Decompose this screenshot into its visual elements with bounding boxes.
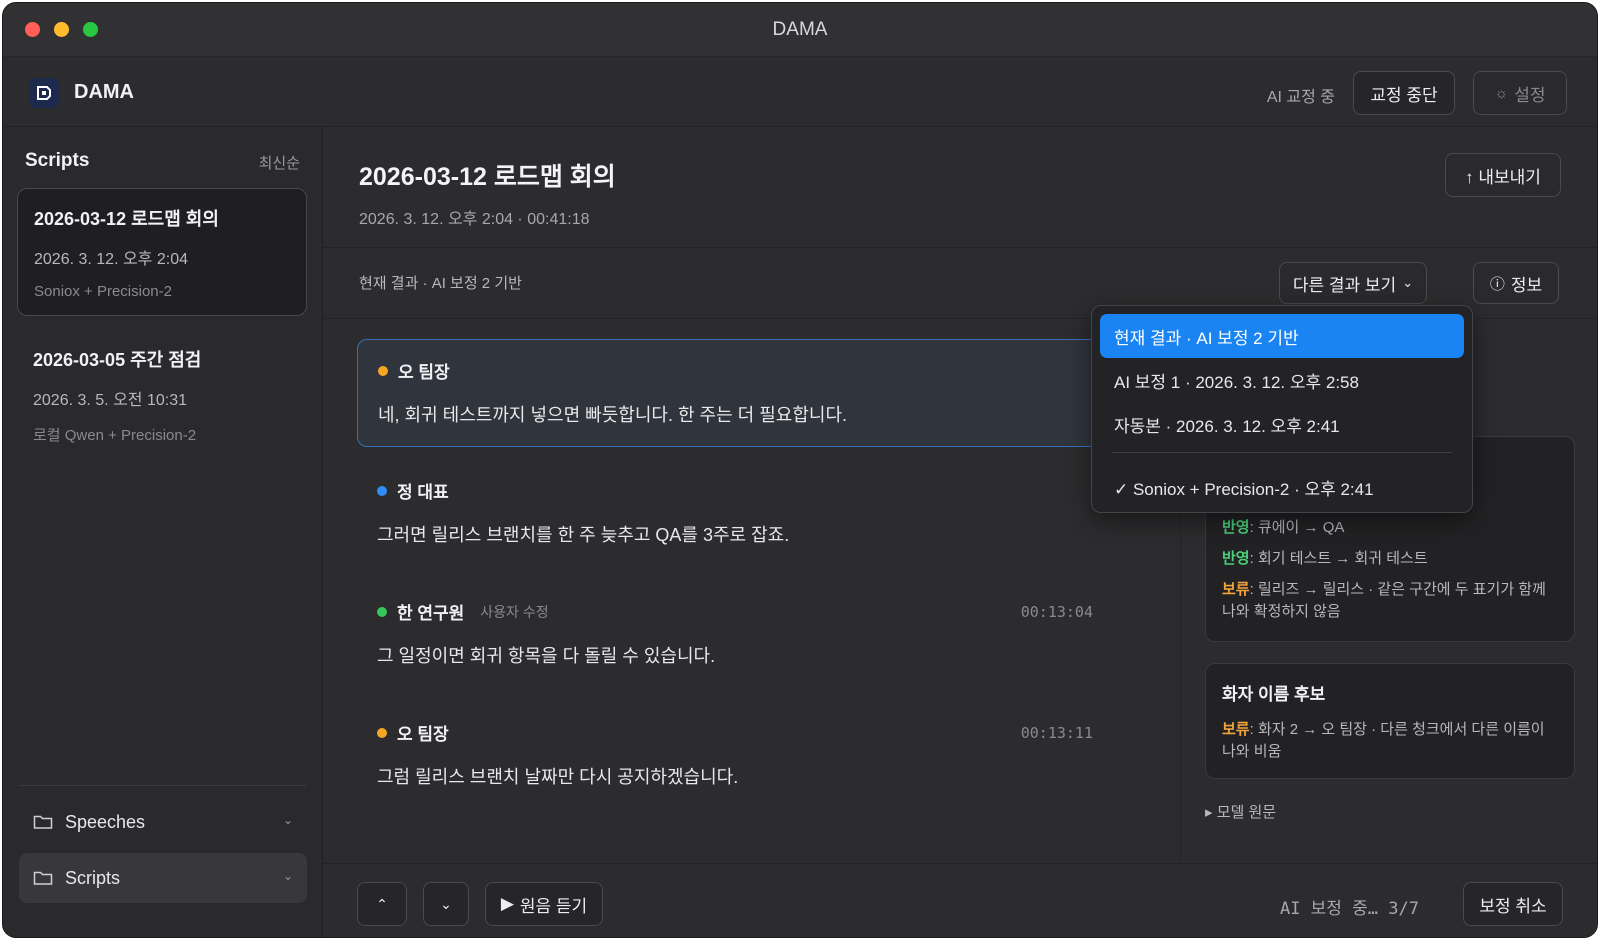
script-model: Soniox + Precision-2 bbox=[34, 283, 172, 300]
correction-text: 회기 테스트 → 회귀 테스트 bbox=[1257, 550, 1428, 567]
previous-segment-button[interactable]: ⌃ bbox=[357, 882, 407, 926]
settings-button[interactable]: ☼ 설정 bbox=[1473, 71, 1567, 115]
speaker-dot bbox=[378, 365, 388, 376]
segment-text[interactable]: 그럼 릴리스 브랜치 날짜만 다시 공지하겠습니다. bbox=[377, 763, 1113, 789]
play-original-label: 원음 듣기 bbox=[519, 896, 588, 916]
title-bar: DAMA bbox=[3, 3, 1597, 57]
export-button[interactable]: ↑ 내보내기 bbox=[1445, 153, 1561, 197]
transcript-segment[interactable]: 오 팀장 00 네, 회귀 테스트까지 넣으면 빠듯합니다. 한 주는 더 필요… bbox=[357, 339, 1142, 447]
other-results-label: 다른 결과 보기 bbox=[1292, 275, 1397, 295]
play-original-button[interactable]: ▶ 원음 듣기 bbox=[485, 882, 603, 926]
folder-icon bbox=[33, 871, 53, 885]
sort-button[interactable]: 최신순 bbox=[259, 152, 300, 173]
other-results-button[interactable]: 다른 결과 보기 ⌄ bbox=[1279, 262, 1427, 304]
speaker-name-text: 화자 2 → 오 팀장 · 다른 청크에서 다른 이름이 나와 비움 bbox=[1222, 721, 1545, 760]
script-date: 2026. 3. 5. 오전 10:31 bbox=[33, 392, 187, 409]
transcript-segment[interactable]: 오 팀장 00:13:11 그럼 릴리스 브랜치 날짜만 다시 공지하겠습니다. bbox=[357, 702, 1133, 810]
correction-progress: AI 보정 중… 3/7 bbox=[1279, 899, 1419, 919]
correction-item: 반영: 큐에이 → QA bbox=[1222, 519, 1345, 536]
sidebar-title: Scripts bbox=[25, 150, 90, 171]
speaker-name: 오 팀장 bbox=[398, 363, 450, 382]
held-label: 보류 bbox=[1222, 581, 1250, 598]
timestamp: 00:13:11 bbox=[1020, 724, 1093, 742]
model-raw-toggle[interactable]: ▸ 모델 원문 bbox=[1205, 801, 1276, 822]
menu-divider bbox=[1112, 452, 1452, 453]
page-title: 2026-03-12 로드맵 회의 bbox=[359, 163, 616, 191]
chevron-down-icon: ⌄ bbox=[282, 813, 293, 827]
transcript-list: 오 팀장 00 네, 회귀 테스트까지 넣으면 빠듯합니다. 한 주는 더 필요… bbox=[323, 319, 1181, 863]
script-title: 2026-03-12 로드맵 회의 bbox=[34, 209, 219, 229]
info-button[interactable]: ⓘ 정보 bbox=[1473, 262, 1559, 304]
menu-item-current-result[interactable]: 현재 결과 · AI 보정 2 기반 bbox=[1100, 314, 1464, 358]
script-model: 로컬 Qwen + Precision-2 bbox=[33, 427, 197, 444]
speaker-dot bbox=[377, 727, 387, 738]
stop-correction-label: 교정 중단 bbox=[1370, 85, 1438, 105]
speaker-name: 오 팀장 bbox=[397, 725, 449, 744]
sidebar: Scripts 최신순 2026-03-12 로드맵 회의 2026. 3. 1… bbox=[3, 127, 323, 937]
info-label: 정보 bbox=[1510, 275, 1543, 295]
speaker-names-card: 화자 이름 후보 보류: 화자 2 → 오 팀장 · 다른 청크에서 다른 이름… bbox=[1205, 663, 1575, 779]
other-results-menu: 현재 결과 · AI 보정 2 기반 AI 보정 1 · 2026. 3. 12… bbox=[1091, 305, 1473, 513]
chevron-down-icon: ⌄ bbox=[282, 869, 293, 883]
doc-meta: 2026. 3. 12. 오후 2:04 · 00:41:18 bbox=[359, 211, 590, 228]
chevron-down-icon: ⌄ bbox=[440, 895, 452, 912]
correction-item: 반영: 회기 테스트 → 회귀 테스트 bbox=[1222, 550, 1428, 567]
folder-icon bbox=[33, 815, 53, 829]
next-segment-button[interactable]: ⌄ bbox=[423, 882, 469, 926]
correction-text: 큐에이 → QA bbox=[1257, 519, 1345, 536]
speaker-name: 정 대표 bbox=[397, 483, 449, 502]
main-content: 2026-03-12 로드맵 회의 2026. 3. 12. 오후 2:04 ·… bbox=[323, 127, 1597, 937]
app-logo-icon bbox=[29, 78, 59, 108]
stop-correction-button[interactable]: 교정 중단 bbox=[1353, 71, 1455, 115]
folder-speeches[interactable]: Speeches ⌄ bbox=[19, 797, 307, 847]
segment-text[interactable]: 네, 회귀 테스트까지 넣으면 빠듯합니다. 한 주는 더 필요합니다. bbox=[378, 401, 1112, 427]
app-header: DAMA AI 교정 중 교정 중단 ☼ 설정 bbox=[3, 57, 1597, 127]
segment-text[interactable]: 그 일정이면 회귀 항목을 다 돌릴 수 있습니다. bbox=[377, 642, 1113, 668]
speaker-dot bbox=[377, 485, 387, 496]
current-result-label: 현재 결과 · AI 보정 2 기반 bbox=[359, 275, 522, 292]
export-label: ↑ 내보내기 bbox=[1465, 167, 1541, 187]
correction-status: AI 교정 중 bbox=[1266, 89, 1335, 106]
speaker-name-item: 보류: 화자 2 → 오 팀장 · 다른 청크에서 다른 이름이 나와 비움 bbox=[1222, 721, 1545, 760]
segment-text[interactable]: 그러면 릴리스 브랜치를 한 주 늦추고 QA를 3주로 잡죠. bbox=[377, 521, 1113, 547]
gear-icon: ☼ bbox=[1494, 84, 1509, 102]
app-name: DAMA bbox=[74, 81, 134, 103]
menu-item-ai-correction-1[interactable]: AI 보정 1 · 2026. 3. 12. 오후 2:58 bbox=[1100, 358, 1464, 402]
menu-item-auto-draft[interactable]: 자동본 · 2026. 3. 12. 오후 2:41 bbox=[1100, 402, 1464, 446]
timestamp: 00:13:04 bbox=[1020, 603, 1093, 621]
cancel-correction-button[interactable]: 보정 취소 bbox=[1463, 882, 1563, 926]
play-icon: ▶ bbox=[500, 894, 514, 913]
script-item[interactable]: 2026-03-12 로드맵 회의 2026. 3. 12. 오후 2:04 S… bbox=[17, 188, 307, 316]
menu-item-raw-transcript[interactable]: ✓ Soniox + Precision-2 · 오후 2:41 bbox=[1100, 465, 1464, 509]
user-edited-badge: 사용자 수정 bbox=[480, 603, 549, 620]
correction-item: 보류: 릴리즈 → 릴리스 · 같은 구간에 두 표기가 함께 나와 확정하지 … bbox=[1222, 581, 1546, 620]
applied-label: 반영 bbox=[1222, 550, 1250, 567]
script-title: 2026-03-05 주간 점검 bbox=[33, 350, 202, 370]
folder-scripts[interactable]: Scripts ⌄ bbox=[19, 853, 307, 903]
correction-text: 릴리즈 → 릴리스 · 같은 구간에 두 표기가 함께 나와 확정하지 않음 bbox=[1222, 581, 1546, 620]
script-item[interactable]: 2026-03-05 주간 점검 2026. 3. 5. 오전 10:31 로컬… bbox=[17, 330, 307, 458]
settings-label: 설정 bbox=[1514, 85, 1546, 105]
applied-label: 반영 bbox=[1222, 519, 1250, 536]
transcript-segment[interactable]: 정 대표 00 그러면 릴리스 브랜치를 한 주 늦추고 QA를 3주로 잡죠. bbox=[357, 460, 1143, 568]
transcript-segment[interactable]: 한 연구원 사용자 수정 00:13:04 그 일정이면 회귀 항목을 다 돌릴 … bbox=[357, 581, 1133, 689]
speaker-dot bbox=[377, 606, 387, 617]
app-window: DAMA DAMA AI 교정 중 교정 중단 ☼ 설정 Scripts 최신순… bbox=[2, 2, 1598, 938]
folder-label: Speeches bbox=[65, 811, 146, 832]
speaker-name: 한 연구원 bbox=[397, 604, 465, 623]
script-date: 2026. 3. 12. 오후 2:04 bbox=[34, 251, 188, 268]
speaker-names-title: 화자 이름 후보 bbox=[1222, 685, 1326, 704]
folder-label: Scripts bbox=[65, 867, 121, 888]
cancel-correction-label: 보정 취소 bbox=[1479, 896, 1547, 916]
chevron-down-icon: ⌄ bbox=[1402, 275, 1414, 290]
footer-bar: ⌃ ⌄ ▶ 원음 듣기 AI 보정 중… 3/7 보정 취소 bbox=[323, 863, 1597, 937]
window-title: DAMA bbox=[772, 19, 828, 40]
info-icon: ⓘ bbox=[1489, 275, 1505, 293]
held-label: 보류 bbox=[1222, 721, 1250, 738]
chevron-up-icon: ⌃ bbox=[376, 895, 388, 912]
sidebar-divider bbox=[19, 785, 306, 786]
